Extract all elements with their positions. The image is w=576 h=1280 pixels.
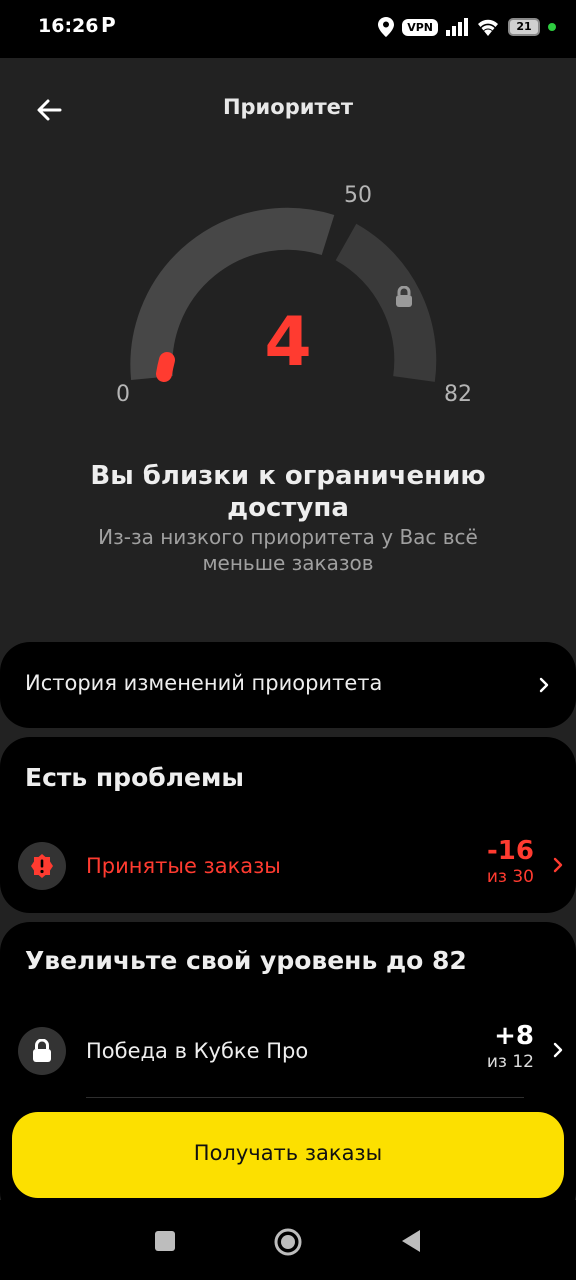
increase-value: +8 из 12 [487,1020,534,1072]
increase-of: из 12 [486,1052,534,1072]
gauge-max-label: 82 [444,382,472,407]
recents-button[interactable] [151,1227,179,1255]
location-icon [378,17,395,37]
history-link[interactable]: История изменений приоритета [0,642,576,728]
priority-gauge: 4 0 50 82 [100,168,476,418]
app-notification-icon: P [101,13,116,37]
increase-row-cup-pro[interactable]: Победа в Кубке Про +8 из 12 [18,1020,563,1080]
vpn-icon: VPN [402,18,438,36]
chevron-right-icon [550,1042,566,1058]
home-button[interactable] [273,1227,302,1256]
history-label: История изменений приоритета [25,671,383,695]
lock-icon [18,1027,66,1075]
system-nav-bar [0,1200,576,1280]
divider [86,1097,524,1098]
screen: Приоритет 4 0 50 82 Вы близки к ограниче… [0,58,576,1200]
get-orders-label: Получать заказы [193,1141,383,1165]
chevron-right-icon [536,677,552,693]
problem-label: Принятые заказы [86,854,281,878]
problem-row-accepted-orders[interactable]: Принятые заказы -16 из 30 [18,835,563,895]
signal-icon [446,18,468,36]
chevron-right-icon [550,857,566,873]
warning-subtitle: Из-за низкого приоритета у Вас всё меньш… [98,525,478,575]
gauge-value: 4 [264,303,312,382]
alert-icon [18,842,66,890]
increase-heading: Увеличьте свой уровень до 82 [25,946,467,975]
warning-title: Вы близки к ограничению доступа [90,461,486,523]
privacy-dot [548,23,556,31]
home-icon [274,1228,302,1256]
problems-card: Есть проблемы Принятые заказы -16 из 30 [0,737,576,913]
status-icons: VPN 21 [378,14,556,40]
gauge-min-label: 0 [116,382,130,407]
status-time: 16:26 [38,15,99,37]
get-orders-button[interactable]: Получать заказы [12,1112,564,1198]
back-triangle-icon [402,1230,420,1252]
back-system-button[interactable] [398,1227,426,1255]
recents-icon [155,1231,175,1251]
problem-delta: -16 [487,836,534,866]
increase-delta: +8 [494,1021,534,1051]
problems-heading: Есть проблемы [25,763,245,792]
header: Приоритет [0,58,576,158]
problem-value: -16 из 30 [487,835,534,887]
page-title: Приоритет [222,95,354,119]
increase-label: Победа в Кубке Про [86,1039,309,1063]
problem-of: из 30 [486,867,534,887]
gauge-threshold-label: 50 [344,183,372,208]
status-bar: 16:26 P VPN 21 [0,0,576,58]
wifi-icon [478,19,498,36]
battery-icon: 21 [508,18,540,36]
